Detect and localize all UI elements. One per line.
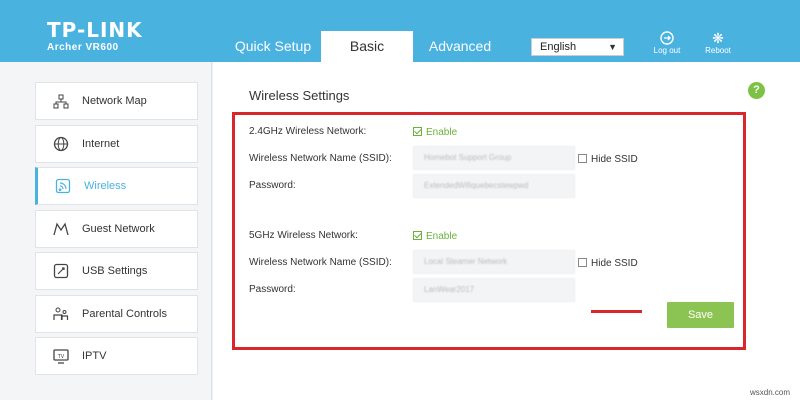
page-title: Wireless Settings <box>249 88 350 103</box>
band5-ssid-label: Wireless Network Name (SSID): <box>249 257 392 268</box>
logout-button[interactable]: Log out <box>647 30 687 55</box>
band5-hide-ssid-checkbox[interactable]: Hide SSID <box>578 257 638 269</box>
band24-ssid-label: Wireless Network Name (SSID): <box>249 153 392 164</box>
brand-name: TP-LINK <box>47 18 143 42</box>
band24-ssid-input[interactable]: Homebot Support Group <box>413 146 575 170</box>
band5-enable-label: Enable <box>426 231 458 242</box>
language-value: English <box>540 41 577 53</box>
band24-hide-ssid-label: Hide SSID <box>591 154 638 165</box>
band24-password-label: Password: <box>249 180 296 191</box>
band5-ssid-input[interactable]: Local Steamer Network <box>413 250 575 274</box>
save-button[interactable]: Save <box>667 302 734 328</box>
svg-text:TV: TV <box>57 354 65 360</box>
band5-hide-ssid-label: Hide SSID <box>591 258 638 269</box>
highlight-underline <box>591 310 642 313</box>
checkbox-icon <box>578 258 587 267</box>
band5-password-label: Password: <box>249 284 296 295</box>
band24-hide-ssid-checkbox[interactable]: Hide SSID <box>578 153 638 165</box>
sidebar-item-network-map[interactable]: Network Map <box>35 82 198 120</box>
band5-label: 5GHz Wireless Network: <box>249 230 358 241</box>
band24-enable-checkbox[interactable]: Enable <box>413 126 457 138</box>
sidebar-item-label: Guest Network <box>82 223 155 235</box>
sidebar-item-wireless[interactable]: Wireless <box>35 167 198 205</box>
sidebar-item-label: IPTV <box>82 350 107 362</box>
sidebar-item-label: USB Settings <box>82 265 148 277</box>
watermark-text: wsxdn.com <box>749 388 790 397</box>
help-icon[interactable]: ? <box>748 82 765 99</box>
sidebar-item-label: Network Map <box>82 95 147 107</box>
sidebar-item-label: Parental Controls <box>82 308 167 320</box>
sidebar-item-label: Internet <box>82 138 120 150</box>
chevron-down-icon: ▼ <box>608 42 617 52</box>
checkbox-checked-icon <box>413 231 422 240</box>
model-name: Archer VR600 <box>47 42 119 53</box>
sidebar-item-label: Wireless <box>84 180 127 192</box>
reboot-label: Reboot <box>705 46 731 55</box>
band5-enable-checkbox[interactable]: Enable <box>413 230 457 242</box>
brand-logo: TP-LINK Archer VR600 <box>47 20 143 53</box>
band24-enable-label: Enable <box>426 127 458 138</box>
sidebar-item-parental-controls[interactable]: Parental Controls <box>35 295 198 333</box>
tab-quick-setup[interactable]: Quick Setup <box>230 31 316 62</box>
checkbox-checked-icon <box>413 127 422 136</box>
reboot-icon: ❋ <box>712 30 724 46</box>
tab-basic[interactable]: Basic <box>321 31 413 62</box>
language-select[interactable]: English ▼ <box>531 38 624 56</box>
band5-password-input[interactable]: LanWear2017 <box>413 278 575 302</box>
sidebar-item-iptv[interactable]: TV IPTV <box>35 337 198 375</box>
top-header: TP-LINK Archer VR600 Quick Setup Basic A… <box>0 0 800 62</box>
logout-icon <box>647 30 687 46</box>
sidebar-item-guest-network[interactable]: Guest Network <box>35 210 198 248</box>
sidebar-item-internet[interactable]: Internet <box>35 125 198 163</box>
reboot-button[interactable]: ❋ Reboot <box>698 30 738 55</box>
logout-label: Log out <box>653 46 681 55</box>
tv-icon: TV <box>52 338 70 387</box>
sidebar-item-usb-settings[interactable]: USB Settings <box>35 252 198 290</box>
tab-advanced[interactable]: Advanced <box>420 31 500 62</box>
checkbox-icon <box>578 154 587 163</box>
band24-password-input[interactable]: ExtendedWifiquebecstewpwd <box>413 174 575 198</box>
band24-label: 2.4GHz Wireless Network: <box>249 126 367 137</box>
